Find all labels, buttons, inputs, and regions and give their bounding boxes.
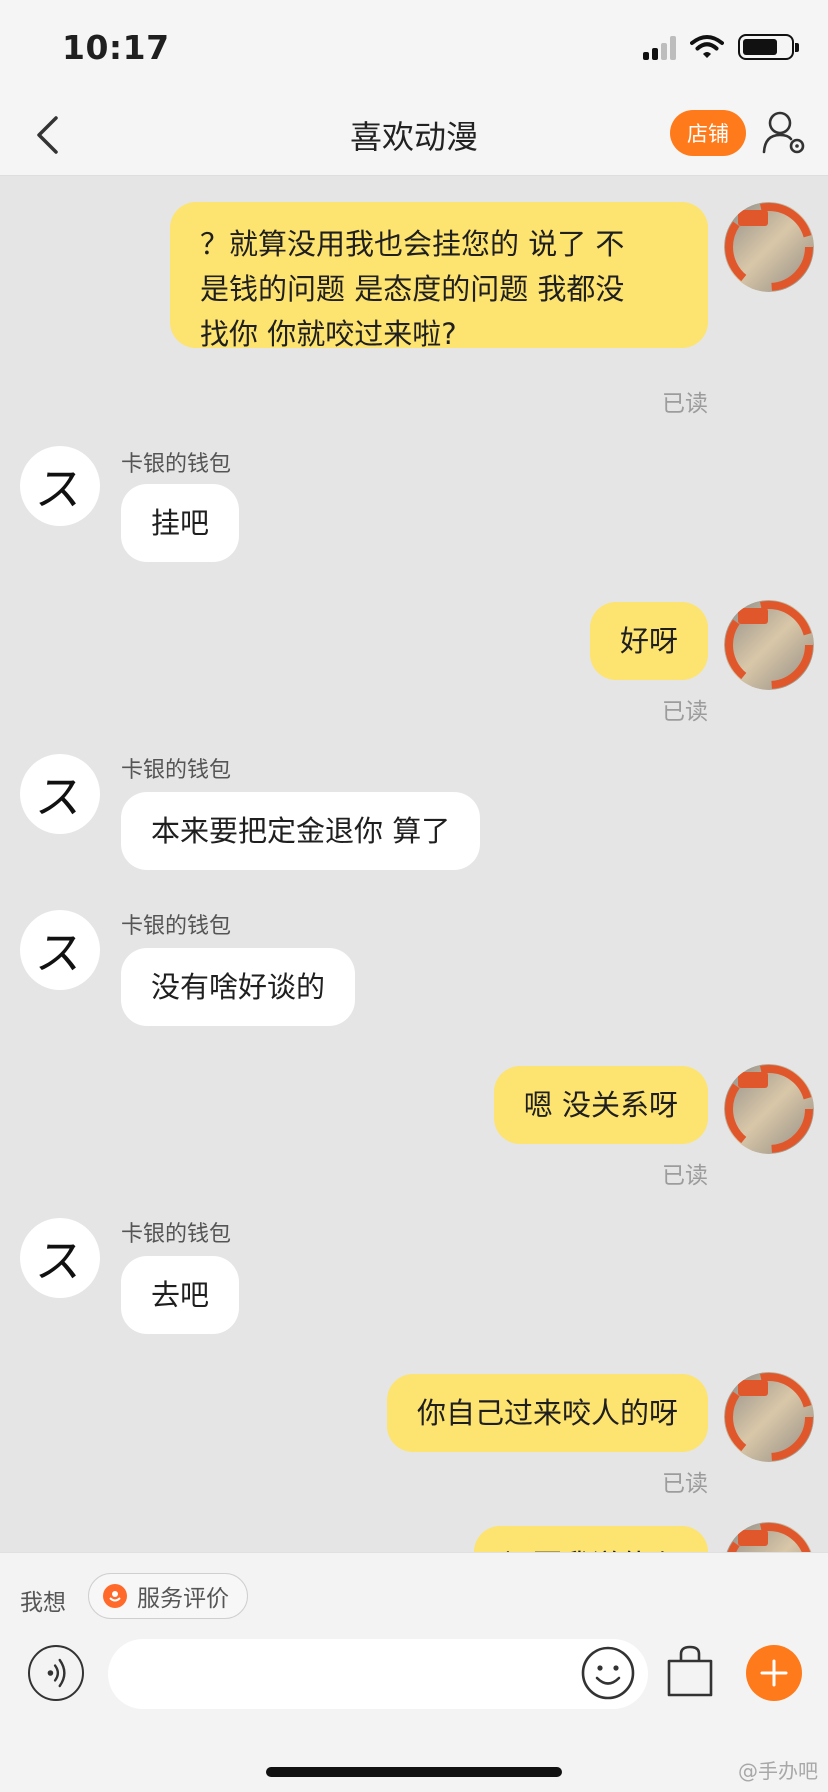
service-rating-chip[interactable]: 服务评价 — [88, 1573, 248, 1619]
message-bubble-mine[interactable]: 你自己过来咬人的呀 — [386, 1374, 708, 1452]
message-bubble-mine[interactable]: ？就算没用我也会挂您的 说了 不 是钱的问题 是态度的问题 我都没 找你 你就咬… — [170, 202, 708, 351]
sender-name: 卡银的钱包 — [121, 1222, 232, 1247]
chat-area[interactable]: ？就算没用我也会挂您的 说了 不 是钱的问题 是态度的问题 我都没 找你 你就咬… — [0, 176, 828, 1552]
home-indicator[interactable] — [266, 1767, 562, 1777]
my-avatar[interactable] — [724, 600, 814, 690]
user-settings-icon[interactable] — [760, 108, 810, 158]
message-line: ？就算没用我也会挂您的 说了 不 — [200, 227, 625, 261]
message-bubble-contact[interactable]: 没有啥好谈的 — [121, 948, 356, 1026]
sender-name: 卡银的钱包 — [121, 914, 232, 939]
bottom-panel: 我想 服务评价 @手办吧 — [0, 1552, 828, 1792]
status-icons — [643, 34, 799, 60]
message-text: 挂吧 — [151, 506, 210, 540]
message-text: 去吧 — [151, 1278, 210, 1312]
read-status: 已读 — [662, 1471, 708, 1497]
contact-avatar[interactable]: ス — [20, 1218, 100, 1298]
flower-icon — [103, 1584, 127, 1608]
my-avatar[interactable] — [724, 202, 814, 292]
store-button[interactable]: 店铺 — [670, 110, 746, 156]
voice-input-icon[interactable] — [28, 1645, 84, 1701]
battery-icon — [738, 34, 799, 60]
shopping-bag-icon[interactable] — [664, 1643, 716, 1699]
message-text: 你自己过来咬人的呀 — [416, 1396, 678, 1430]
status-time: 10:17 — [62, 28, 170, 67]
watermark: @手办吧 — [738, 1759, 818, 1783]
message-bubble-mine[interactable]: 好呀 — [589, 602, 708, 680]
message-text: 还要我说什么 — [504, 1543, 678, 1552]
read-status: 已读 — [662, 391, 708, 417]
contact-avatar[interactable]: ス — [20, 910, 100, 990]
message-bubble-contact[interactable]: 挂吧 — [121, 484, 240, 562]
status-bar: 10:17 — [0, 0, 828, 100]
message-text: 好呀 — [619, 624, 678, 658]
message-text: 本来要把定金退你 算了 — [151, 814, 451, 848]
chat-header: 喜欢动漫 店铺 — [0, 100, 828, 176]
message-bubble-mine[interactable]: 还要我说什么 — [473, 1526, 708, 1552]
message-input-box[interactable] — [108, 1639, 648, 1709]
service-rating-label: 服务评价 — [137, 1586, 229, 1612]
message-text: 嗯 没关系呀 — [523, 1088, 678, 1122]
add-button[interactable] — [746, 1645, 802, 1701]
contact-avatar[interactable]: ス — [20, 446, 100, 526]
message-bubble-contact[interactable]: 去吧 — [121, 1256, 240, 1334]
message-line: 是钱的问题 是态度的问题 我都没 — [200, 272, 625, 306]
cellular-signal-icon — [643, 34, 676, 60]
message-line: 找你 你就咬过来啦? — [200, 317, 457, 351]
message-input[interactable] — [136, 1639, 556, 1709]
wifi-icon — [690, 35, 724, 58]
my-avatar[interactable] — [724, 1064, 814, 1154]
contact-avatar[interactable]: ス — [20, 754, 100, 834]
message-bubble-mine[interactable]: 嗯 没关系呀 — [493, 1066, 708, 1144]
read-status: 已读 — [662, 1163, 708, 1189]
quick-action-label: 我想 — [20, 1590, 66, 1616]
message-text: 没有啥好谈的 — [151, 970, 326, 1004]
my-avatar[interactable] — [724, 1522, 814, 1552]
sender-name: 卡银的钱包 — [121, 452, 232, 477]
read-status: 已读 — [662, 699, 708, 725]
plus-icon — [760, 1659, 788, 1687]
my-avatar[interactable] — [724, 1372, 814, 1462]
sender-name: 卡银的钱包 — [121, 758, 232, 783]
message-bubble-contact[interactable]: 本来要把定金退你 算了 — [121, 792, 481, 870]
emoji-icon[interactable] — [580, 1645, 636, 1701]
top-bar: 10:17 喜欢动漫 店铺 — [0, 0, 828, 176]
